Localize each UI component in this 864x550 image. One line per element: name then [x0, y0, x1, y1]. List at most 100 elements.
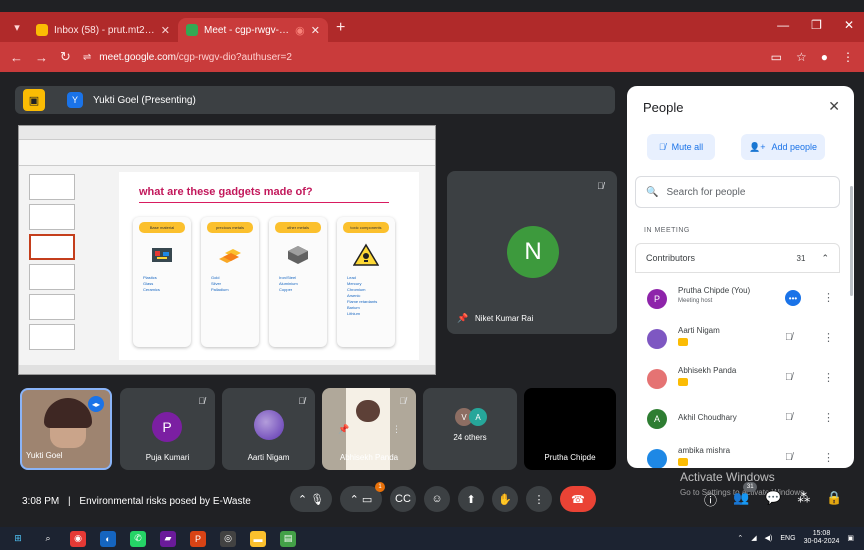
- participant-tile-abhisekh[interactable]: 🎙̸ 📌 ⋮ Abhisekh Panda: [322, 388, 416, 470]
- participant-tile-niket[interactable]: 🎙̸ N 📌 Niket Kumar Rai: [447, 171, 617, 334]
- site-info-icon[interactable]: ⇌: [83, 52, 91, 63]
- globe-avatar-icon: [647, 329, 667, 349]
- volume-icon[interactable]: ◀): [765, 534, 773, 542]
- people-icon[interactable]: 👥 31: [733, 482, 758, 509]
- slide-thumbnail: [29, 324, 75, 350]
- participant-tile-yukti[interactable]: ◂▸ Yukti Goel: [20, 388, 112, 470]
- forward-icon[interactable]: →: [35, 50, 48, 65]
- back-icon[interactable]: ←: [10, 50, 23, 65]
- panel-title: People: [643, 100, 684, 115]
- mic-off-icon[interactable]: 🎙̸: [785, 452, 793, 463]
- emoji-reaction-button[interactable]: ☺: [424, 486, 450, 512]
- meeting-info-icon[interactable]: ⓘ: [704, 490, 717, 509]
- mic-off-icon[interactable]: 🎙̸: [785, 332, 793, 343]
- more-options-icon[interactable]: ⋮: [823, 371, 834, 384]
- mic-off-icon[interactable]: 🎙̸: [785, 412, 793, 423]
- windows-taskbar: ⊞ ⌕ ◉ ◐ ✆ ▰ P ◎ ▬ ▤ ⌃ ◢ ◀) ENG 15:08 30-…: [0, 527, 864, 550]
- camera-button[interactable]: ⌃ ▭ 1: [340, 482, 385, 512]
- cast-icon[interactable]: ▭: [771, 50, 782, 64]
- more-options-icon[interactable]: ⋮: [823, 291, 834, 304]
- tab-google-meet[interactable]: Meet - cgp-rwgv-dio ◉ ✕: [178, 18, 328, 42]
- pin-icon[interactable]: 📌: [338, 424, 349, 435]
- url-field[interactable]: ⇌ meet.google.com/cgp-rwgv-dio?authuser=…: [83, 52, 759, 63]
- taskbar-clock[interactable]: 15:08 30-04-2024: [804, 530, 840, 546]
- network-icon[interactable]: ◢: [751, 534, 756, 542]
- mic-off-icon: 🎙̸: [399, 396, 406, 406]
- raised-hand-icon: [678, 338, 688, 346]
- avatar: A: [469, 408, 487, 426]
- participant-tile-puja[interactable]: 🎙̸ P Puja Kumari: [120, 388, 215, 470]
- minimize-button[interactable]: —: [777, 18, 789, 32]
- slide-title: what are these gadgets made of?: [139, 186, 313, 198]
- slide-card: Base material Plastics Glass Ceramics: [133, 217, 191, 347]
- host-controls-icon[interactable]: 🔒: [826, 490, 842, 509]
- tab-title: Meet - cgp-rwgv-dio: [204, 24, 290, 36]
- tab-search-icon[interactable]: ▾: [6, 16, 28, 38]
- more-options-icon[interactable]: ⋮: [823, 411, 834, 424]
- more-options-icon[interactable]: ⋮: [823, 451, 834, 464]
- present-screen-button[interactable]: ⬆: [458, 486, 484, 512]
- new-tab-button[interactable]: +: [336, 19, 345, 37]
- file-explorer-icon[interactable]: ▬: [250, 530, 266, 547]
- avatar: N: [507, 226, 559, 278]
- tray-expand-icon[interactable]: ⌃: [737, 534, 743, 542]
- contributors-group[interactable]: Contributors 31 ⌃: [635, 243, 840, 273]
- mute-all-button[interactable]: 🎙̸ Mute all: [647, 134, 715, 160]
- close-tab-icon[interactable]: ✕: [161, 24, 170, 37]
- edge-icon[interactable]: ◐: [100, 530, 116, 547]
- camera-app-icon[interactable]: ◎: [220, 530, 236, 547]
- notifications-icon[interactable]: ▣: [847, 534, 854, 542]
- participant-count-badge: 31: [743, 482, 758, 492]
- browser-menu-icon[interactable]: ⋮: [842, 50, 854, 64]
- reload-icon[interactable]: ↻: [60, 49, 71, 65]
- language-indicator[interactable]: ENG: [780, 535, 795, 542]
- slide-thumbnail: [29, 264, 75, 290]
- presenter-bar: ▣ Y Yukti Goel (Presenting): [15, 86, 615, 114]
- participant-row[interactable]: P Prutha Chipde (You) Meeting host ••• ⋮: [635, 280, 840, 320]
- participant-row[interactable]: ambika mishra 🎙̸ ⋮: [635, 440, 840, 468]
- tab-gmail-inbox[interactable]: Inbox (58) - prut.mt23pe06@ ✕: [28, 18, 178, 42]
- bookmark-star-icon[interactable]: ☆: [796, 50, 807, 64]
- participant-tile-aarti[interactable]: 🎙̸ Aarti Nigam: [222, 388, 315, 470]
- card-label: Base material: [139, 222, 185, 233]
- card-items: Plastics Glass Ceramics: [143, 275, 160, 293]
- more-options-icon[interactable]: ⋮: [823, 331, 834, 344]
- maximize-button[interactable]: ❐: [811, 18, 822, 32]
- close-tab-icon[interactable]: ✕: [311, 24, 320, 37]
- chat-icon[interactable]: 💬: [765, 490, 781, 509]
- others-tile[interactable]: V A 24 others: [423, 388, 517, 470]
- powerpoint-icon[interactable]: P: [190, 530, 206, 547]
- search-people-input[interactable]: 🔍 Search for people: [635, 176, 840, 208]
- close-panel-icon[interactable]: ✕: [828, 98, 840, 115]
- presenter-label: Yukti Goel (Presenting): [93, 94, 196, 106]
- slide-thumbnail: [29, 204, 75, 230]
- group-label: Contributors: [646, 253, 696, 263]
- app-icon[interactable]: ▰: [160, 530, 176, 547]
- chrome-icon[interactable]: ◉: [70, 530, 86, 547]
- whatsapp-icon[interactable]: ✆: [130, 530, 146, 547]
- search-icon[interactable]: ⌕: [40, 531, 56, 547]
- recording-dot-icon: ◉: [295, 24, 305, 37]
- participant-tile-prutha[interactable]: Prutha Chipde: [524, 388, 616, 470]
- close-window-button[interactable]: ✕: [844, 18, 854, 32]
- microphone-button[interactable]: ⌃ 🎙: [290, 486, 332, 512]
- captions-button[interactable]: CC: [390, 486, 416, 512]
- more-options-icon[interactable]: ⋮: [392, 424, 401, 435]
- url-domain: meet.google.com: [99, 51, 177, 63]
- presenter-avatar: Y: [67, 92, 83, 108]
- participant-row[interactable]: Aarti Nigam 🎙̸ ⋮: [635, 320, 840, 360]
- participant-row[interactable]: Abhisekh Panda 🎙̸ ⋮: [635, 360, 840, 400]
- chevron-up-icon[interactable]: ⌃: [821, 253, 829, 264]
- profile-icon[interactable]: ●: [821, 50, 828, 64]
- raise-hand-button[interactable]: ✋: [492, 486, 518, 512]
- speaking-indicator-icon: ◂▸: [88, 396, 104, 412]
- more-options-button[interactable]: ⋮: [526, 486, 552, 512]
- participant-row[interactable]: A Akhil Choudhary 🎙̸ ⋮: [635, 400, 840, 440]
- leave-call-button[interactable]: ☎: [560, 486, 596, 512]
- app-icon[interactable]: ▤: [280, 530, 296, 547]
- windows-start-icon[interactable]: ⊞: [10, 531, 26, 547]
- activities-icon[interactable]: ⁂: [797, 490, 810, 509]
- add-people-button[interactable]: 👤+ Add people: [741, 134, 825, 160]
- panel-scrollbar[interactable]: [850, 186, 853, 296]
- mic-off-icon[interactable]: 🎙̸: [785, 372, 793, 383]
